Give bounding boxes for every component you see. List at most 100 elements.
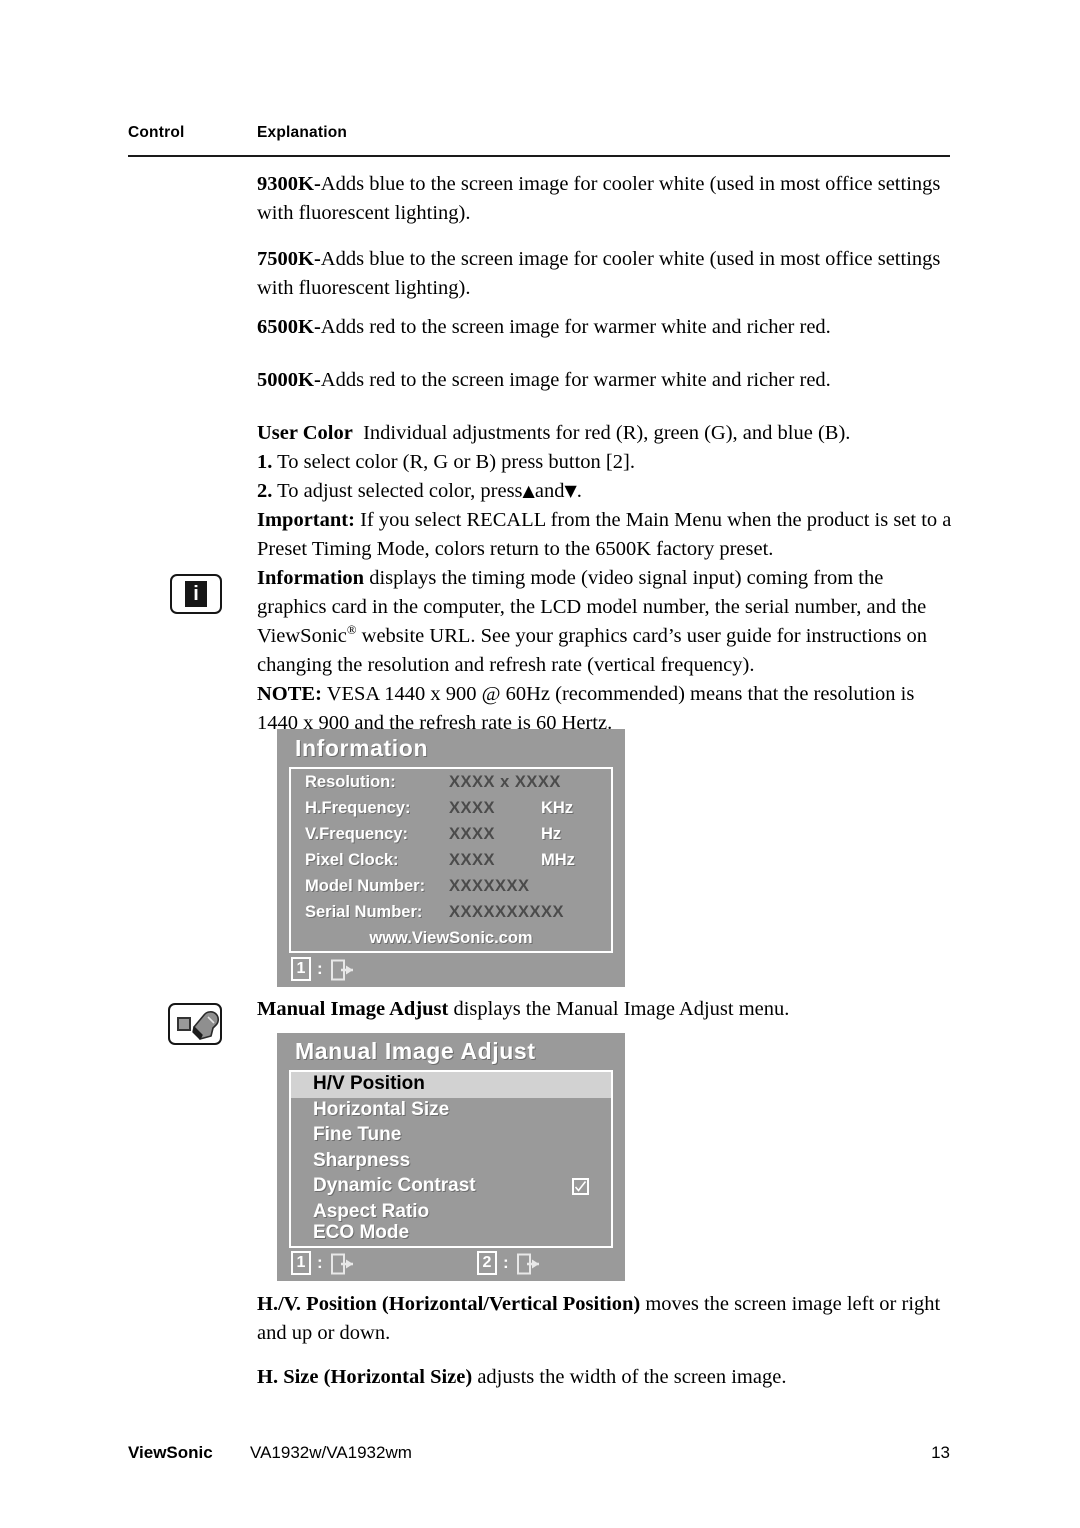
osd-info-value-serialnumber: XXXXXXXXXX — [449, 903, 565, 921]
menu-item-label: Horizontal Size — [313, 1098, 450, 1120]
term-important: Important: — [257, 509, 355, 531]
osd-info-label-pixelclock: Pixel Clock: — [305, 851, 399, 869]
osd-info-value-modelnumber: XXXXXXX — [449, 877, 530, 895]
osd-info-label-vfrequency: V.Frequency: — [305, 825, 409, 843]
user-color-step2-period: . — [576, 480, 582, 502]
osd-info-unit-vfrequency: Hz — [541, 825, 562, 843]
menu-item-horizontal-size[interactable]: Horizontal Size — [291, 1098, 611, 1124]
menu-item-sharpness[interactable]: Sharpness — [291, 1149, 611, 1175]
osd-info-row-serialnumber: Serial Number: XXXXXXXXXX — [291, 903, 611, 929]
user-color-step1-text: To select color (R, G or B) press button… — [277, 451, 635, 473]
enter-icon — [517, 1253, 541, 1275]
header-divider — [128, 155, 950, 157]
arrow-down-icon: ▼ — [564, 481, 577, 500]
osd-information-panel: Information Resolution: XXXX x XXXX H.Fr… — [277, 729, 625, 987]
osd-manual-key-2[interactable]: 2 — [477, 1251, 497, 1275]
text-important: If you select RECALL from the Main Menu … — [257, 509, 952, 560]
term-user-color: User Color — [257, 422, 353, 444]
footer-page-number: 13 — [931, 1443, 950, 1462]
paragraph-h-size: H. Size (Horizontal Size) adjusts the wi… — [257, 1363, 957, 1392]
menu-item-fine-tune[interactable]: Fine Tune — [291, 1123, 611, 1149]
menu-item-label: Aspect Ratio — [313, 1200, 430, 1222]
user-color-step2-number: 2. — [257, 480, 273, 502]
information-icon-letter: i — [185, 581, 207, 607]
menu-item-eco-mode[interactable]: ECO Mode — [291, 1221, 611, 1247]
term-5000k: 5000K- — [257, 369, 321, 391]
text-h-size: adjusts the width of the screen image. — [477, 1366, 787, 1388]
text-note: VESA 1440 x 900 @ 60Hz (recommended) mea… — [257, 683, 915, 734]
text-5000k: Adds red to the screen image for warmer … — [320, 369, 831, 391]
paragraph-9300k: 9300K-Adds blue to the screen image for … — [257, 170, 957, 228]
paragraph-hv-position: H./V. Position (Horizontal/Vertical Posi… — [257, 1290, 957, 1348]
text-6500k: Adds red to the screen image for warmer … — [320, 316, 831, 338]
osd-information-title: Information — [295, 735, 429, 761]
text-manual-image-adjust: displays the Manual Image Adjust menu. — [453, 998, 790, 1020]
page-footer: ViewSonic VA1932w/VA1932wm 13 — [128, 1443, 950, 1469]
osd-info-label-serialnumber: Serial Number: — [305, 903, 423, 921]
osd-info-label-modelnumber: Model Number: — [305, 877, 426, 895]
text-9300k: Adds blue to the screen image for cooler… — [257, 173, 941, 224]
hand-pointer-icon — [191, 1009, 221, 1041]
osd-info-value-vfrequency: XXXX — [449, 825, 496, 843]
term-h-size: H. Size (Horizontal Size) — [257, 1366, 473, 1388]
manual-image-adjust-icon — [168, 1003, 222, 1045]
footer-brand: ViewSonic — [128, 1443, 213, 1462]
osd-manual-image-adjust-panel: Manual Image Adjust H/V Position Horizon… — [277, 1033, 625, 1281]
column-header: Control Explanation — [128, 124, 950, 146]
term-note: NOTE: — [257, 683, 322, 705]
paragraph-user-color: User Color Individual adjustments for re… — [257, 419, 957, 564]
menu-item-label: Fine Tune — [313, 1124, 402, 1145]
registered-trademark-symbol: ® — [346, 623, 357, 638]
osd-info-footer-separator: : — [317, 959, 323, 978]
term-manual-image-adjust: Manual Image Adjust — [257, 998, 449, 1020]
paragraph-5000k: 5000K-Adds red to the screen image for w… — [257, 366, 957, 395]
exit-icon — [331, 1253, 355, 1275]
osd-info-row-url: www.ViewSonic.com — [291, 929, 611, 955]
menu-item-label: H/V Position — [313, 1073, 425, 1094]
paragraph-information: Information displays the timing mode (vi… — [257, 564, 957, 738]
text-information-b: website URL. See your graphics card’s us… — [257, 625, 927, 676]
menu-item-label: Sharpness — [313, 1149, 411, 1171]
osd-info-value-pixelclock: XXXX — [449, 851, 496, 869]
term-9300k: 9300K- — [257, 173, 321, 195]
user-color-step2-text: To adjust selected color, press — [277, 480, 523, 502]
column-header-control: Control — [128, 124, 185, 141]
osd-info-unit-hfrequency: KHz — [541, 799, 574, 817]
osd-manual-key-1[interactable]: 1 — [291, 1251, 311, 1275]
paragraph-6500k: 6500K-Adds red to the screen image for w… — [257, 313, 957, 342]
user-color-step2-and: and — [534, 480, 565, 502]
column-header-explanation: Explanation — [257, 124, 348, 141]
text-user-color: Individual adjustments for red (R), gree… — [363, 422, 851, 444]
document-page: Control Explanation 9300K-Adds blue to t… — [0, 0, 1080, 1528]
osd-info-key-1[interactable]: 1 — [291, 957, 311, 981]
osd-info-website-url: www.ViewSonic.com — [369, 929, 533, 947]
osd-manual-footer: 1 : 2 : — [277, 1251, 625, 1281]
osd-manual-separator-2: : — [503, 1253, 509, 1272]
osd-info-unit-pixelclock: MHz — [541, 851, 575, 869]
footer-model: VA1932w/VA1932wm — [250, 1443, 412, 1462]
term-information: Information — [257, 567, 365, 589]
user-color-step1-number: 1. — [257, 451, 273, 473]
term-6500k: 6500K- — [257, 316, 321, 338]
osd-manual-title: Manual Image Adjust — [295, 1038, 536, 1064]
osd-info-label-hfrequency: H.Frequency: — [305, 799, 411, 817]
menu-item-dynamic-contrast[interactable]: Dynamic Contrast — [291, 1174, 611, 1200]
osd-info-value-resolution: XXXX x XXXX — [449, 773, 561, 791]
osd-info-row-resolution: Resolution: XXXX x XXXX — [291, 773, 611, 799]
term-hv-position: H./V. Position (Horizontal/Vertical Posi… — [257, 1293, 641, 1315]
manual-icon-square — [177, 1017, 191, 1031]
osd-info-label-resolution: Resolution: — [305, 773, 396, 791]
osd-information-footer: 1 : — [277, 957, 625, 987]
paragraph-7500k: 7500K-Adds blue to the screen image for … — [257, 245, 957, 303]
osd-info-row-hfrequency: H.Frequency: XXXX KHz — [291, 799, 611, 825]
menu-item-label: Dynamic Contrast — [313, 1175, 476, 1196]
osd-info-row-modelnumber: Model Number: XXXXXXX — [291, 877, 611, 903]
arrow-up-icon: ▲ — [522, 481, 535, 500]
menu-item-hv-position[interactable]: H/V Position — [291, 1072, 611, 1098]
osd-manual-menu-list: H/V Position Horizontal Size Fine Tune S… — [289, 1070, 613, 1248]
osd-info-value-hfrequency: XXXX — [449, 799, 496, 817]
exit-icon — [331, 959, 355, 981]
osd-information-body: Resolution: XXXX x XXXX H.Frequency: XXX… — [289, 767, 613, 953]
checkbox-checked-icon[interactable] — [572, 1178, 589, 1195]
information-icon: i — [170, 574, 222, 614]
